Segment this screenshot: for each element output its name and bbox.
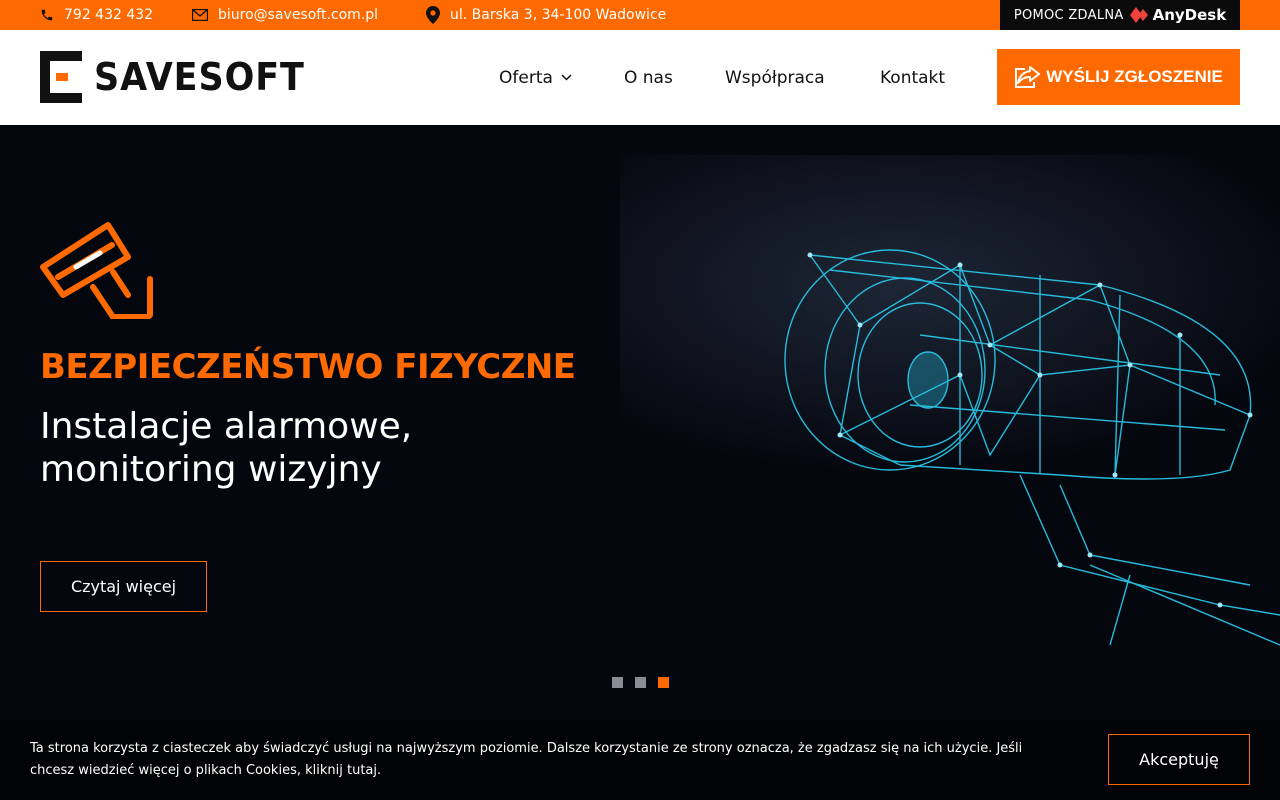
slider-dot[interactable]: [612, 677, 623, 688]
nav-label: Współpraca: [725, 67, 825, 88]
security-camera-illustration: [784, 249, 1280, 646]
cookie-bar: Ta strona korzysta z ciasteczek aby świa…: [0, 720, 1280, 800]
send-request-label: WYŚLIJ ZGŁOSZENIE: [1046, 67, 1223, 86]
hero-slider: BEZPIECZEŃSTWO FIZYCZNE Instalacje alarm…: [0, 125, 1280, 720]
site-header: SAVESOFT Oferta O nas Współpraca Kontakt…: [0, 30, 1280, 125]
nav-item-kontakt[interactable]: Kontakt: [880, 30, 945, 125]
logo-mark-icon: [40, 51, 82, 103]
email-address: biuro@savesoft.com.pl: [218, 7, 379, 23]
anydesk-logo: AnyDesk: [1129, 6, 1227, 24]
address-link[interactable]: ul. Barska 3, 34-100 Wadowice: [426, 0, 666, 30]
send-request-button[interactable]: WYŚLIJ ZGŁOSZENIE: [997, 49, 1240, 105]
nav-item-o-nas[interactable]: O nas: [624, 30, 673, 125]
phone-icon: [41, 9, 53, 21]
remote-help-link[interactable]: POMOC ZDALNA AnyDesk: [1000, 0, 1240, 30]
accept-cookies-button[interactable]: Akceptuję: [1108, 734, 1250, 785]
nav-item-oferta[interactable]: Oferta: [499, 30, 572, 125]
chevron-down-icon: [561, 74, 572, 81]
remote-help-label: POMOC ZDALNA: [1013, 7, 1124, 23]
read-more-button[interactable]: Czytaj więcej: [40, 561, 207, 612]
nav-label: Kontakt: [880, 67, 946, 88]
slider-dot-active[interactable]: [658, 677, 669, 688]
cctv-camera-icon: [40, 222, 153, 319]
hero-title: BEZPIECZEŃSTWO FIZYCZNE: [40, 347, 576, 387]
anydesk-icon: [1129, 7, 1148, 23]
phone-number: 792 432 432: [64, 7, 154, 23]
map-pin-icon: [426, 6, 440, 24]
anydesk-text: AnyDesk: [1152, 6, 1227, 24]
cookie-message: Ta strona korzysta z ciasteczek aby świa…: [30, 741, 1023, 778]
slider-dot[interactable]: [635, 677, 646, 688]
top-bar: 792 432 432 biuro@savesoft.com.pl ul. Ba…: [0, 0, 1280, 30]
mail-icon: [192, 9, 208, 21]
nav-item-wspolpraca[interactable]: Współpraca: [725, 30, 825, 125]
nav-label: Oferta: [499, 67, 553, 88]
email-link[interactable]: biuro@savesoft.com.pl: [192, 0, 378, 30]
address-text: ul. Barska 3, 34-100 Wadowice: [450, 7, 667, 23]
nav-label: O nas: [624, 67, 673, 88]
share-icon: [1015, 66, 1041, 88]
savesoft-logo[interactable]: SAVESOFT: [40, 51, 323, 103]
hero-subtitle: Instalacje alarmowe, monitoring wizyjny: [40, 406, 413, 490]
logo-text: SAVESOFT: [94, 55, 305, 99]
phone-link[interactable]: 792 432 432: [40, 0, 153, 30]
slider-dots: [612, 677, 681, 688]
